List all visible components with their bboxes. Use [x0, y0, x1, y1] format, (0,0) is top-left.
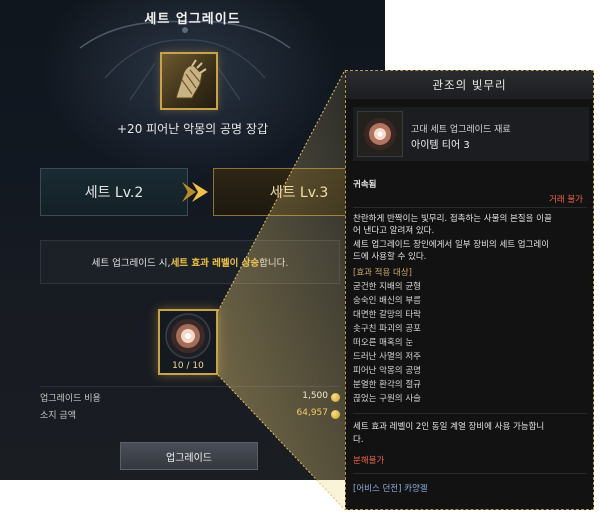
acquisition-source: [어비스 던전] 카양겔 [353, 484, 428, 494]
trade-status: 거래 불가 [549, 195, 583, 205]
arrow-right-icon [182, 182, 208, 202]
radiant-orb-icon [364, 118, 396, 150]
description-line: 어 낸다고 알려져 있다. [353, 226, 435, 236]
upgrade-button[interactable]: 업그레이드 [120, 442, 258, 470]
description-line: 찬란하게 반짝이는 빛무리. 접촉하는 사물의 본질을 이끌 [353, 214, 552, 224]
notice-prefix: 세트 업그레이드 시, [91, 258, 171, 269]
item-category: 고대 세트 업그레이드 재료 [411, 125, 511, 135]
target-item: 분열한 환각의 절규 [353, 380, 421, 390]
target-item: 드러난 사멸의 저주 [353, 352, 421, 362]
set-upgrade-panel: 세트 업그레이드 +20 피어난 악몽의 공명 장갑 세트 Lv.2 세트 Lv… [0, 0, 385, 480]
target-item-slot[interactable] [160, 52, 218, 110]
notice-highlight: 세트 효과 레벨이 상승 [170, 258, 260, 269]
usage-note-line: 다. [353, 435, 364, 445]
notice-suffix: 합니다. [259, 258, 289, 269]
target-item: 대면한 갈망의 타락 [353, 310, 421, 320]
upgrade-cost-label: 업그레이드 비용 [40, 394, 101, 404]
owned-gold-label: 소지 금액 [40, 411, 76, 421]
target-item: 피어난 악몽의 공명 [353, 366, 421, 376]
gold-coin-icon [331, 410, 340, 419]
target-item: 굳건한 지배의 균형 [353, 282, 421, 292]
usage-note-line: 세트 효과 레벨이 2인 동일 계열 장비에 사용 가능합니 [353, 422, 545, 432]
upgrade-cost-row: 업그레이드 비용 1,500 [40, 391, 340, 407]
item-tooltip: 관조의 빛무리 고대 세트 업그레이드 재료 아이템 티어 3 귀속됨 거래 불… [345, 70, 594, 510]
material-count: 10 / 10 [172, 361, 204, 371]
tooltip-item-icon [357, 111, 403, 157]
gauntlet-icon [175, 59, 207, 99]
bound-status: 귀속됨 [353, 180, 377, 190]
gold-coin-icon [331, 393, 340, 402]
divider [353, 207, 587, 208]
target-item: 끊었는 구원의 사슬 [353, 394, 421, 404]
disassemble-status: 분해불가 [353, 456, 385, 466]
divider [40, 386, 340, 387]
upgrade-notice: 세트 업그레이드 시, 세트 효과 레벨이 상승 합니다. [40, 240, 340, 284]
current-set-level: 세트 Lv.2 [40, 168, 188, 216]
description-line: 세트 업그레이드 장인에게서 일부 장비의 세트 업그레이 [353, 240, 550, 250]
material-slot[interactable]: 10 / 10 [158, 309, 218, 375]
tooltip-title: 관조의 빛무리 [346, 71, 593, 99]
item-tier: 아이템 티어 3 [411, 140, 470, 151]
target-item: 떠오른 매혹의 눈 [353, 338, 414, 348]
owned-gold-row: 소지 금액 64,957 [40, 408, 340, 424]
description-line: 드에 사용할 수 있다. [353, 252, 427, 262]
tooltip-item-info: 고대 세트 업그레이드 재료 아이템 티어 3 [353, 107, 589, 161]
divider [353, 473, 587, 474]
level-transition: 세트 Lv.2 세트 Lv.3 [0, 168, 385, 218]
target-item: 숭숙인 배신의 부름 [353, 296, 421, 306]
target-item: 솟구친 파괴의 공포 [353, 324, 421, 334]
owned-gold-value: 64,957 [296, 408, 329, 418]
radiant-orb-icon [165, 313, 211, 359]
target-item-name: +20 피어난 악몽의 공명 장갑 [117, 122, 268, 136]
panel-title: 세트 업그레이드 [144, 12, 241, 27]
divider [353, 413, 587, 414]
upgrade-cost-value: 1,500 [302, 391, 328, 401]
targets-header: [효과 적용 대상] [353, 268, 412, 278]
